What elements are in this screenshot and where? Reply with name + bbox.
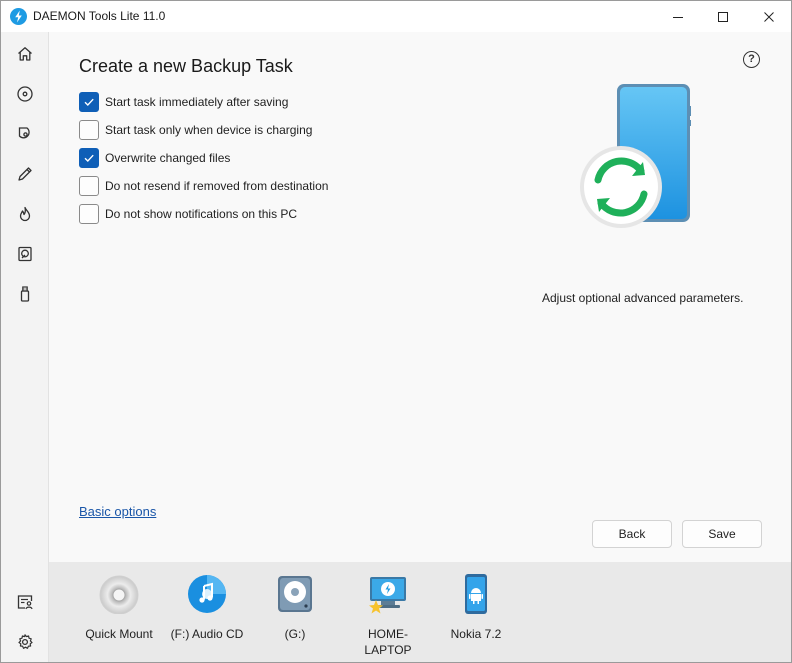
quick-mount-icon: [99, 574, 139, 615]
sidebar-item-settings[interactable]: [10, 627, 40, 657]
option-overwrite-changed[interactable]: Overwrite changed files: [79, 148, 230, 168]
drive-icon: [275, 574, 315, 614]
sidebar-item-virtual-hdd[interactable]: [10, 239, 40, 269]
minimize-icon: [673, 16, 683, 18]
sidebar-item-license[interactable]: [10, 587, 40, 617]
android-phone-icon: [456, 574, 496, 614]
title-bar: DAEMON Tools Lite 11.0: [1, 1, 791, 32]
settings-gear-icon: [18, 634, 33, 649]
close-button[interactable]: [746, 1, 791, 32]
devices-bar: Quick Mount (F:) Audio CD (G:) HOME-LAPT…: [49, 562, 791, 662]
app-window: DAEMON Tools Lite 11.0 ? Create a new Ba…: [0, 0, 792, 663]
page-title: Create a new Backup Task: [79, 56, 293, 76]
minimize-button[interactable]: [655, 1, 701, 32]
audio-cd-icon: [187, 574, 227, 614]
help-button[interactable]: ?: [743, 51, 760, 68]
option-label: Start task immediately after saving: [105, 95, 289, 109]
checkbox[interactable]: [79, 120, 99, 140]
option-label: Start task only when device is charging: [105, 123, 313, 137]
option-only-charging[interactable]: Start task only when device is charging: [79, 120, 312, 140]
option-label: Do not resend if removed from destinatio…: [105, 179, 329, 193]
device-label: (G:): [284, 627, 306, 641]
home-icon: [18, 47, 32, 61]
hint-text: Adjust optional advanced parameters.: [542, 291, 744, 305]
checkbox[interactable]: [79, 92, 99, 112]
sidebar-item-usb[interactable]: [10, 279, 40, 309]
device-home-laptop[interactable]: HOME-LAPTOP: [348, 574, 428, 658]
checkmark-icon: [84, 98, 94, 106]
pencil-icon: [18, 167, 32, 181]
checkmark-icon: [84, 154, 94, 162]
option-start-immediately[interactable]: Start task immediately after saving: [79, 92, 288, 112]
maximize-icon: [718, 11, 728, 22]
sidebar-item-edit[interactable]: [10, 159, 40, 189]
laptop-icon: [368, 574, 408, 614]
device-audio-cd[interactable]: (F:) Audio CD: [167, 574, 247, 642]
checkbox[interactable]: [79, 176, 99, 196]
flame-icon: [19, 206, 31, 222]
device-nokia[interactable]: Nokia 7.2: [436, 574, 516, 642]
main-panel: ? Create a new Backup Task Start task im…: [49, 32, 791, 562]
virtual-hdd-icon: [18, 246, 32, 262]
window-title: DAEMON Tools Lite 11.0: [33, 9, 166, 23]
option-label: Overwrite changed files: [105, 151, 231, 165]
device-drive-g[interactable]: (G:): [255, 574, 335, 642]
daemon-logo-icon: [10, 8, 27, 25]
sidebar-item-image[interactable]: [10, 119, 40, 149]
checkbox[interactable]: [79, 204, 99, 224]
option-no-notifications[interactable]: Do not show notifications on this PC: [79, 204, 297, 224]
save-button[interactable]: Save: [682, 520, 762, 548]
option-label: Do not show notifications on this PC: [105, 207, 298, 221]
sidebar-item-disc[interactable]: [10, 79, 40, 109]
close-icon: [764, 11, 774, 22]
checkbox[interactable]: [79, 148, 99, 168]
sidebar-item-burn[interactable]: [10, 199, 40, 229]
device-label: Quick Mount: [85, 627, 153, 641]
usb-icon: [20, 286, 30, 302]
device-label: (F:) Audio CD: [170, 627, 244, 641]
option-do-not-resend[interactable]: Do not resend if removed from destinatio…: [79, 176, 328, 196]
back-button[interactable]: Back: [592, 520, 672, 548]
phone-sync-illustration: [580, 84, 691, 228]
sidebar-item-home[interactable]: [10, 39, 40, 69]
license-user-icon: [17, 595, 33, 610]
device-label: Nokia 7.2: [450, 627, 502, 641]
device-quick-mount[interactable]: Quick Mount: [79, 574, 159, 642]
image-disc-icon: [18, 127, 30, 139]
device-label: HOME-LAPTOP: [364, 627, 412, 657]
sidebar: [1, 32, 49, 662]
maximize-button[interactable]: [700, 1, 746, 32]
disc-icon: [17, 86, 33, 102]
basic-options-link[interactable]: Basic options: [79, 504, 156, 519]
